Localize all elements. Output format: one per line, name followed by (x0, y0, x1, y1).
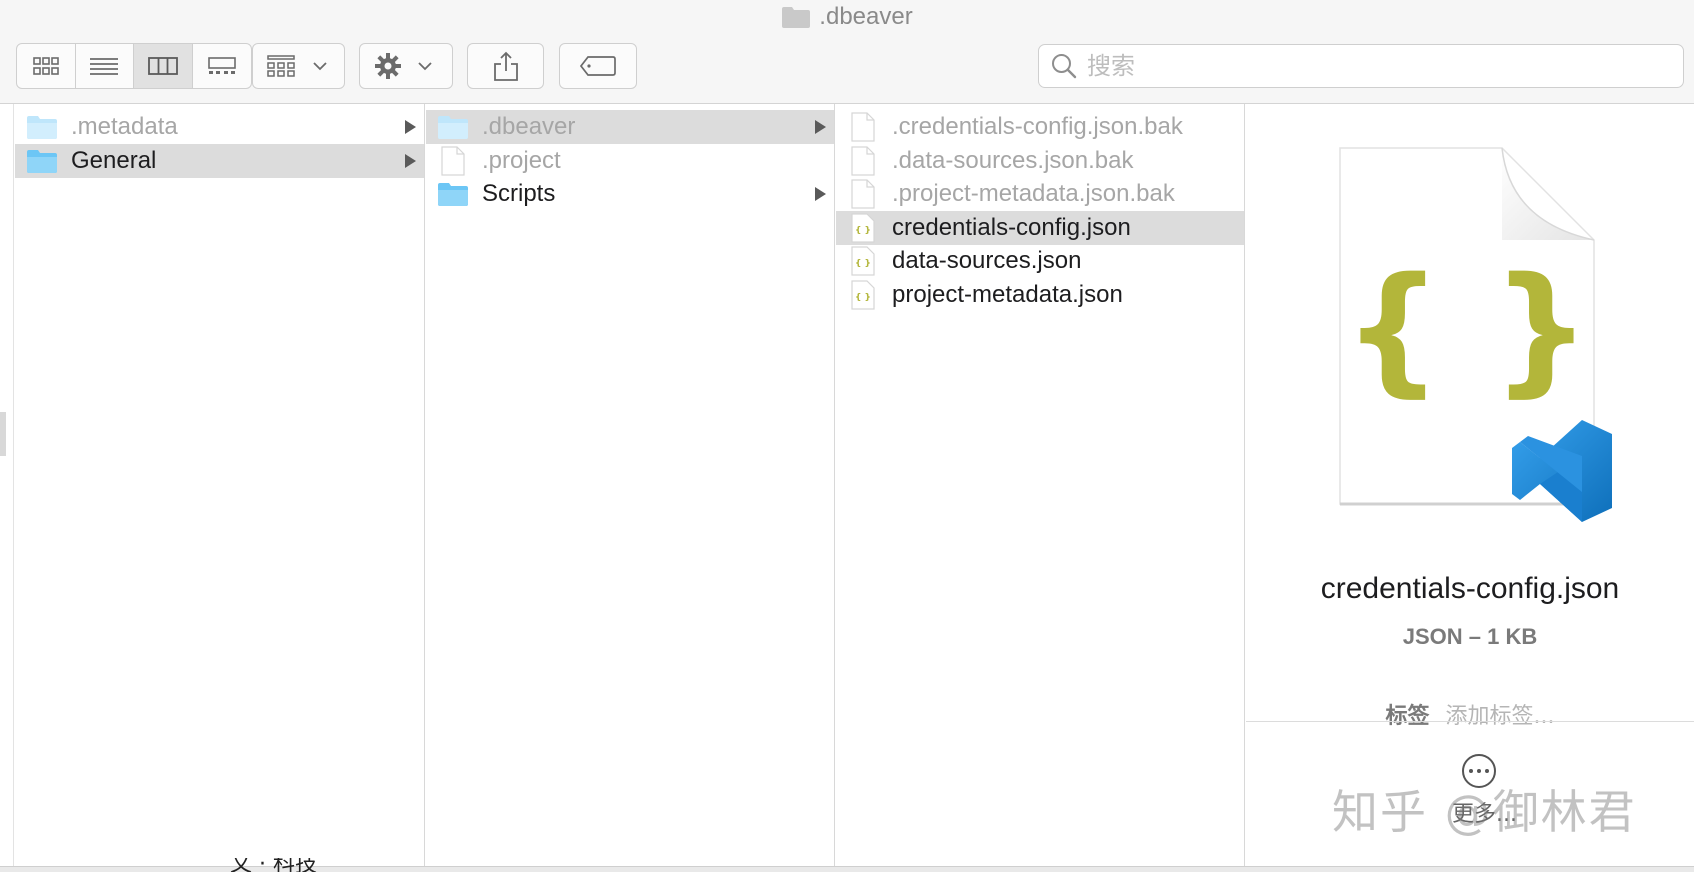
list-view-icon (90, 58, 119, 75)
item-label: .project (482, 146, 561, 174)
folder-icon (25, 112, 59, 142)
add-tags-field[interactable]: 添加标签... (1446, 698, 1555, 728)
preview-file-name: credentials-config.json (1320, 572, 1620, 605)
item-label: credentials-config.json (892, 213, 1131, 241)
disclosure-arrow-icon (815, 120, 826, 134)
gear-icon (375, 53, 401, 79)
gallery-view-button[interactable] (193, 44, 252, 88)
svg-text:{ }: { } (855, 259, 871, 269)
resize-handle[interactable] (0, 412, 6, 456)
folder-icon (781, 5, 811, 29)
gallery-view-icon (207, 57, 236, 74)
share-icon (493, 51, 518, 81)
folder-icon (25, 146, 59, 176)
more-dot-icon (1477, 769, 1481, 773)
action-menu-button[interactable] (359, 43, 453, 89)
file-row[interactable]: { } project-metadata.json (836, 278, 1244, 312)
svg-text:{ }: { } (855, 293, 871, 303)
window-title-text: .dbeaver (819, 3, 913, 30)
bottom-partial-text: 文 · 科技 (230, 858, 317, 872)
json-file-icon: { } (846, 212, 880, 243)
json-file-icon: { } (846, 279, 880, 310)
disclosure-arrow-icon (405, 120, 416, 134)
tags-label: 标签 (1385, 704, 1430, 728)
column-view-icon (147, 57, 178, 75)
column-browser: .metadata General .dbeaver .project Scripts… (0, 104, 1694, 866)
folder-row[interactable]: .metadata (15, 110, 424, 144)
left-edge (0, 104, 14, 866)
json-file-icon: { } (846, 246, 880, 276)
preview-pane: { } credentials-config.json JSON – 1 KB … (1246, 104, 1694, 866)
more-dot-icon (1485, 769, 1489, 773)
preview-kind-size: JSON – 1 KB (1402, 624, 1538, 649)
group-by-button[interactable] (252, 43, 345, 89)
disclosure-arrow-icon (815, 187, 826, 201)
file-row[interactable]: { } credentials-config.json (836, 210, 1244, 245)
icon-view-button[interactable] (17, 44, 76, 88)
item-label: project-metadata.json (892, 280, 1123, 308)
column-view-button[interactable] (134, 44, 193, 88)
item-label: data-sources.json (892, 247, 1082, 274)
list-view-button[interactable] (76, 44, 134, 88)
svg-text:{ }: { } (855, 226, 871, 236)
share-button[interactable] (467, 43, 544, 89)
item-label: .credentials-config.json.bak (892, 113, 1183, 140)
icon-view-icon (32, 57, 59, 75)
watermark: 知乎 @御林君 (1332, 785, 1637, 839)
file-icon (846, 179, 880, 209)
group-grid-icon (267, 55, 295, 77)
file-row[interactable]: .project-metadata.json.bak (836, 177, 1244, 211)
item-label: .project-metadata.json.bak (892, 180, 1175, 207)
item-label: .dbeaver (482, 113, 576, 140)
file-icon (846, 145, 880, 176)
search-icon (1052, 54, 1077, 79)
folder-icon (436, 112, 470, 142)
file-row[interactable]: .data-sources.json.bak (836, 144, 1244, 178)
file-icon (846, 112, 880, 142)
file-icon (436, 145, 470, 176)
column-1[interactable]: .metadata General (15, 104, 425, 866)
search-input[interactable] (1087, 52, 1647, 80)
item-label: General (71, 146, 157, 174)
view-mode-group (16, 43, 252, 89)
folder-row[interactable]: General (15, 143, 424, 178)
folder-icon (436, 179, 470, 209)
disclosure-arrow-icon (405, 153, 416, 168)
folder-row[interactable]: Scripts (426, 177, 834, 211)
tag-button[interactable] (559, 43, 637, 89)
item-label: Scripts (482, 180, 556, 207)
file-row[interactable]: .credentials-config.json.bak (836, 110, 1244, 144)
file-row[interactable]: .project (426, 144, 834, 178)
toolbar: .dbeaver (0, 0, 1694, 104)
column-3[interactable]: .credentials-config.json.bak .data-source… (836, 104, 1245, 866)
svg-text:{ }: { } (1343, 248, 1591, 411)
item-label: .data-sources.json.bak (892, 146, 1134, 174)
more-dot-icon (1469, 769, 1473, 773)
json-document-icon: { } (1332, 142, 1632, 522)
tag-icon (580, 56, 616, 76)
file-row[interactable]: { } data-sources.json (836, 244, 1244, 278)
chevron-down-icon (313, 62, 327, 71)
column-2[interactable]: .dbeaver .project Scripts (426, 104, 835, 866)
search-field[interactable] (1038, 44, 1684, 88)
preview-tags-row: 标签 添加标签... (1246, 698, 1694, 728)
window-title: .dbeaver (0, 2, 1694, 32)
preview-divider (1246, 721, 1694, 722)
folder-row[interactable]: .dbeaver (426, 110, 834, 144)
item-label: .metadata (71, 113, 178, 140)
chevron-down-icon (418, 62, 432, 71)
